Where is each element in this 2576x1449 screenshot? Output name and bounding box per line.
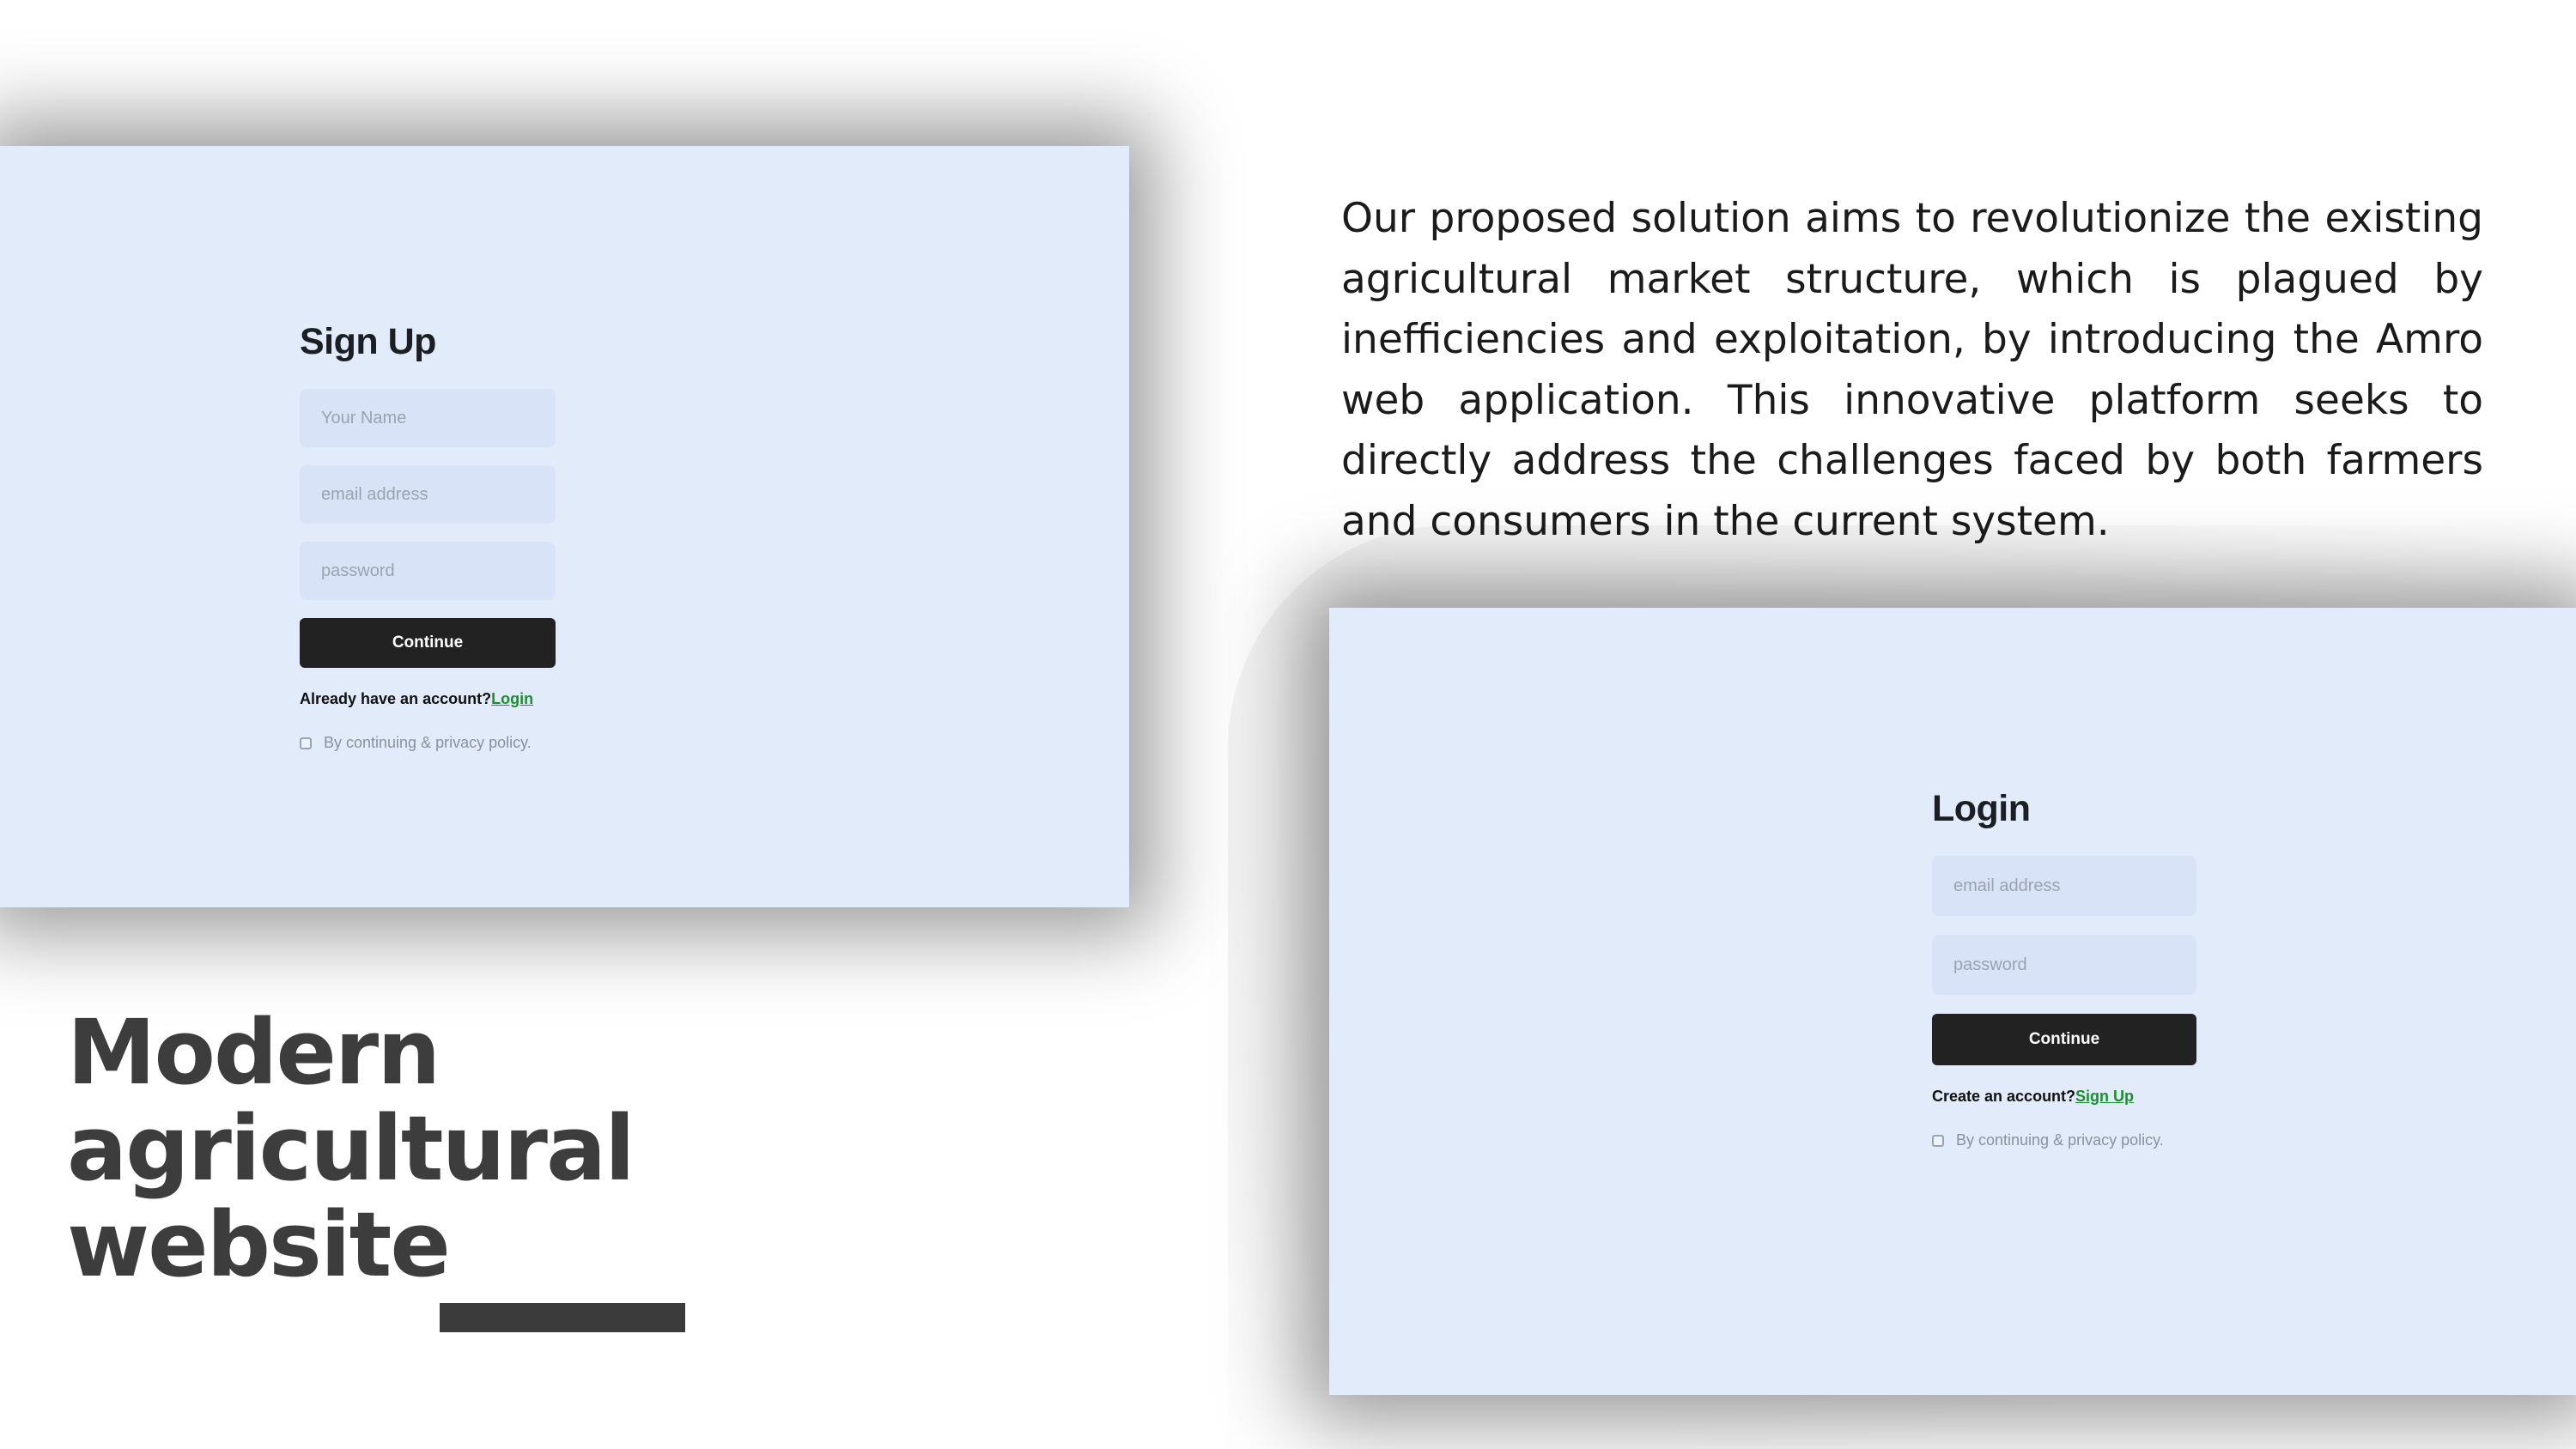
login-email-placeholder: email address — [1953, 876, 2061, 895]
login-email-field[interactable]: email address — [1932, 856, 2196, 916]
login-prompt-text: Already have an account? — [300, 690, 492, 707]
signup-screenshot: Sign Up Your Name email address password… — [0, 146, 1129, 907]
signup-title: Sign Up — [300, 321, 436, 362]
policy-checkbox[interactable] — [300, 737, 312, 749]
login-policy-text: By continuing & privacy policy. — [1956, 1131, 2164, 1149]
policy-text: By continuing & privacy policy. — [324, 734, 532, 751]
name-field[interactable]: Your Name — [300, 389, 556, 447]
login-link[interactable]: Login — [491, 690, 533, 707]
login-title: Login — [1932, 788, 2031, 829]
login-prompt: Already have an account?Login — [300, 690, 556, 708]
password-field[interactable]: password — [300, 542, 556, 600]
login-continue-button[interactable]: Continue — [1932, 1014, 2196, 1065]
signup-continue-button[interactable]: Continue — [300, 618, 556, 668]
description-paragraph: Our proposed solution aims to revolution… — [1341, 195, 2483, 545]
login-password-placeholder: password — [1953, 955, 2027, 974]
login-screenshot: Login email address password Continue Cr… — [1329, 608, 2576, 1395]
signup-form: Sign Up Your Name email address password… — [300, 321, 556, 752]
login-policy-checkbox[interactable] — [1932, 1134, 1944, 1147]
login-form: Login email address password Continue Cr… — [1932, 788, 2196, 1149]
headline-line-3: website — [67, 1192, 451, 1297]
decorative-underline-bar — [440, 1303, 685, 1332]
email-field[interactable]: email address — [300, 465, 556, 524]
login-password-field[interactable]: password — [1932, 935, 2196, 995]
signup-link[interactable]: Sign Up — [2075, 1088, 2134, 1105]
email-placeholder: email address — [321, 484, 428, 504]
headline: Modern agricultural website — [67, 1004, 635, 1293]
signup-prompt-text: Create an account? — [1932, 1088, 2076, 1105]
policy-row: By continuing & privacy policy. — [300, 734, 556, 752]
headline-line-2: agricultural — [67, 1096, 635, 1201]
login-policy-row: By continuing & privacy policy. — [1932, 1131, 2196, 1149]
password-placeholder: password — [321, 561, 395, 580]
signup-prompt: Create an account?Sign Up — [1932, 1088, 2196, 1106]
headline-line-1: Modern — [67, 1000, 440, 1105]
name-placeholder: Your Name — [321, 408, 407, 427]
